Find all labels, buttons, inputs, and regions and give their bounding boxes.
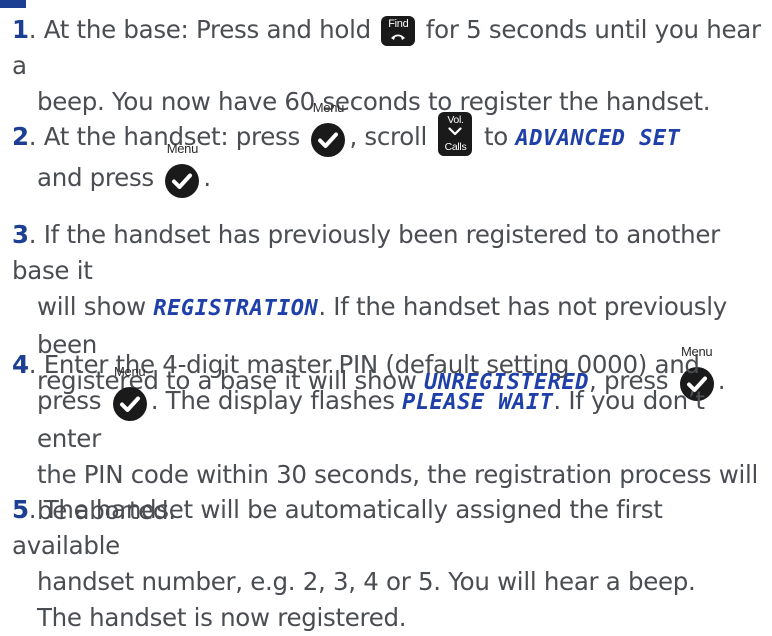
- step-number: 3: [12, 220, 29, 249]
- step-number: 4: [12, 350, 29, 379]
- step-number: 5: [12, 495, 29, 524]
- step-2: 2. At the handset: press Menu, scroll Vo…: [12, 101, 768, 198]
- step-4-line-2: press Menu. The display flashes PLEASE W…: [37, 364, 705, 454]
- step-2-line-2: and press Menu.: [12, 142, 768, 198]
- step-4-line-3: the PIN code within 30 seconds, the regi…: [37, 460, 758, 489]
- step-2-line-1: 2. At the handset: press Menu, scroll Vo…: [12, 101, 768, 160]
- step-5-line-1: 5. The handset will be automatically ass…: [12, 495, 663, 560]
- display-text: REGISTRATION: [153, 296, 319, 321]
- step-1: 1. At the base: Press and hold Find for …: [12, 12, 768, 120]
- step-1-line-1: 1. At the base: Press and hold Find for …: [12, 15, 761, 80]
- step-5-line-3: The handset is now registered.: [37, 603, 407, 632]
- step-5-line-2: handset number, e.g. 2, 3, 4 or 5. You w…: [37, 567, 696, 596]
- display-text: PLEASE WAIT: [402, 390, 554, 415]
- page-top-edge: [0, 0, 26, 8]
- step-number: 2: [12, 122, 29, 151]
- step-1-line-2: beep. You now have 60 seconds to registe…: [37, 87, 711, 116]
- display-text: ADVANCED SET: [515, 126, 681, 151]
- menu-ok-check-icon: Menu: [164, 142, 200, 198]
- menu-ok-check-icon: Menu: [310, 101, 346, 157]
- step-3-line-1: 3. If the handset has previously been re…: [12, 220, 720, 285]
- step-5: 5. The handset will be automatically ass…: [12, 492, 768, 636]
- step-number: 1: [12, 15, 29, 44]
- vol-calls-down-icon: Vol. Calls: [438, 112, 473, 156]
- find-handset-icon: Find: [381, 16, 416, 46]
- menu-ok-check-icon: Menu: [112, 365, 148, 421]
